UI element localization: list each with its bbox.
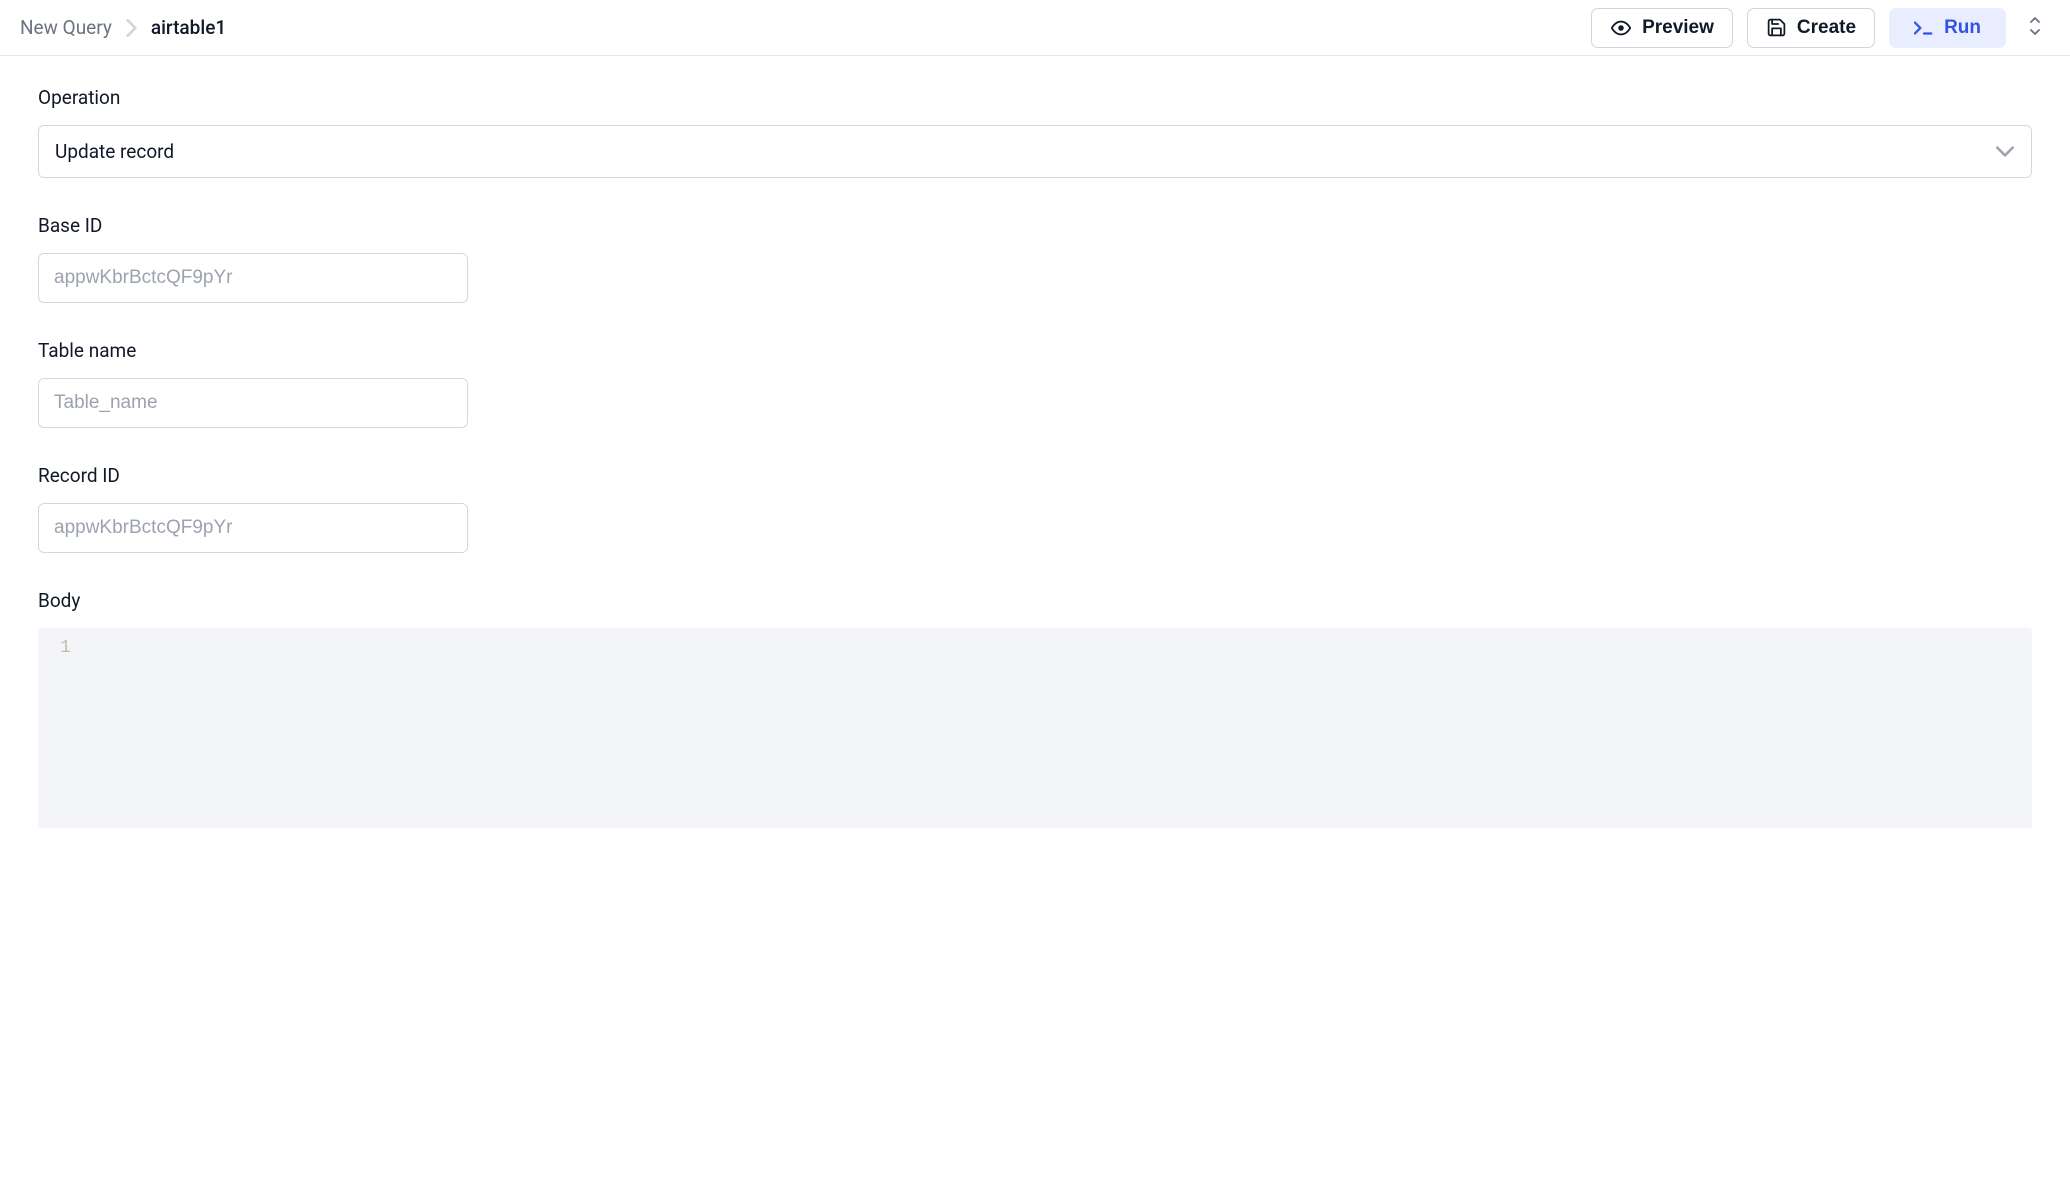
body-editor[interactable]: 1 (38, 628, 2032, 828)
run-button[interactable]: Run (1889, 8, 2006, 48)
save-icon (1766, 17, 1787, 38)
preview-button[interactable]: Preview (1591, 8, 1733, 48)
create-label: Create (1797, 17, 1856, 39)
breadcrumb: New Query airtable1 (20, 16, 226, 39)
code-content[interactable] (89, 628, 2032, 828)
record-id-group: Record ID (38, 464, 2032, 553)
operation-select[interactable]: Update record (38, 125, 2032, 178)
table-name-input[interactable] (38, 378, 468, 428)
header-actions: Preview Create Run (1591, 8, 2050, 48)
table-name-group: Table name (38, 339, 2032, 428)
base-id-group: Base ID (38, 214, 2032, 303)
body-group: Body 1 (38, 589, 2032, 828)
base-id-label: Base ID (38, 214, 2032, 237)
run-icon (1914, 20, 1934, 36)
collapse-button[interactable] (2020, 13, 2050, 42)
breadcrumb-current[interactable]: airtable1 (151, 16, 226, 39)
breadcrumb-root[interactable]: New Query (20, 16, 112, 39)
run-label: Run (1944, 17, 1981, 39)
line-number: 1 (60, 638, 71, 658)
chevron-right-icon (126, 19, 137, 37)
body-label: Body (38, 589, 2032, 612)
base-id-input[interactable] (38, 253, 468, 303)
header-bar: New Query airtable1 Preview (0, 0, 2070, 56)
operation-select-wrap: Update record (38, 125, 2032, 178)
create-button[interactable]: Create (1747, 8, 1875, 48)
operation-group: Operation Update record (38, 86, 2032, 178)
collapse-icon (2028, 17, 2042, 38)
code-gutter: 1 (38, 628, 89, 828)
table-name-label: Table name (38, 339, 2032, 362)
preview-label: Preview (1642, 17, 1714, 39)
form-area: Operation Update record Base ID Table na… (0, 56, 2070, 828)
operation-label: Operation (38, 86, 2032, 109)
record-id-input[interactable] (38, 503, 468, 553)
eye-icon (1610, 17, 1632, 39)
record-id-label: Record ID (38, 464, 2032, 487)
